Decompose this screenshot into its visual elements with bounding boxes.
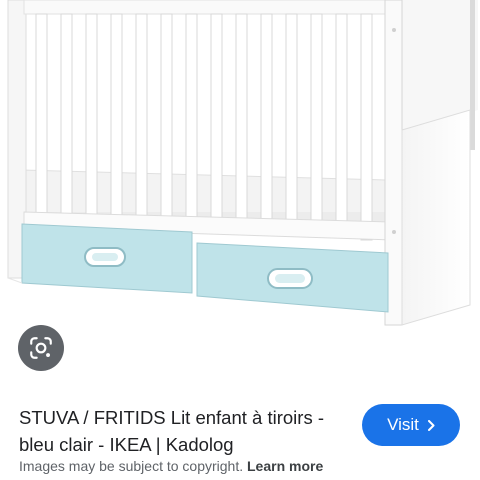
learn-more-link[interactable]: Learn more [247,458,323,474]
visit-button-label: Visit [387,415,419,434]
image-result-panel: STUVA / FRITIDS Lit enfant à tiroirs - b… [0,0,480,480]
google-lens-icon [30,337,52,359]
visit-button[interactable]: Visit [362,404,460,446]
copyright-text: Images may be subject to copyright. [19,458,244,474]
drawer-left [21,223,193,294]
copyright-notice: Images may be subject to copyright. Lear… [19,458,323,474]
result-title[interactable]: STUVA / FRITIDS Lit enfant à tiroirs - b… [19,404,349,458]
crib-illustration [0,0,480,330]
chevron-right-icon [427,419,435,431]
product-image[interactable] [0,0,480,330]
google-lens-button[interactable] [18,325,64,371]
